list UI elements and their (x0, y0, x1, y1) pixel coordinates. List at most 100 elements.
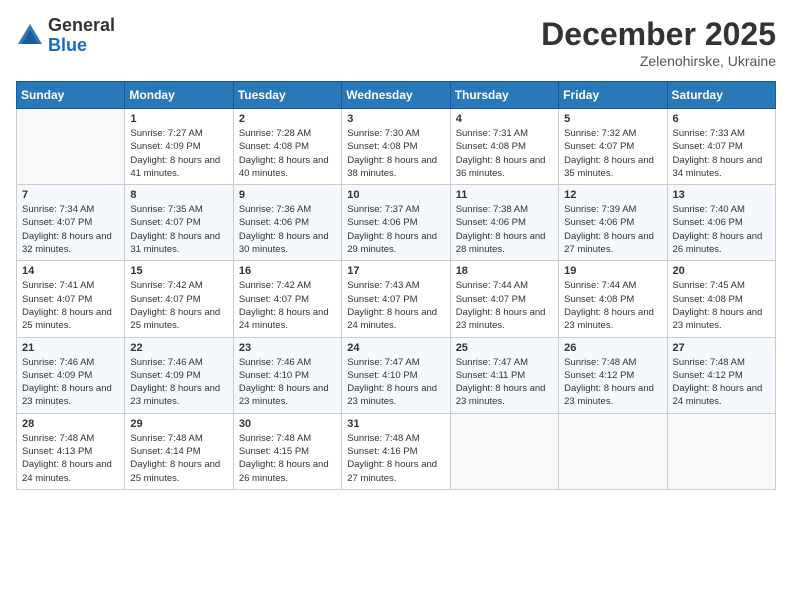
calendar-cell: 8 Sunrise: 7:35 AMSunset: 4:07 PMDaylight… (125, 185, 233, 261)
day-info: Sunrise: 7:46 AMSunset: 4:09 PMDaylight:… (22, 356, 119, 409)
day-number: 7 (22, 189, 119, 201)
day-number: 13 (673, 189, 770, 201)
weekday-header-thursday: Thursday (450, 82, 558, 109)
day-info: Sunrise: 7:30 AMSunset: 4:08 PMDaylight:… (347, 127, 444, 180)
day-number: 21 (22, 342, 119, 354)
day-number: 15 (130, 265, 227, 277)
calendar-table: SundayMondayTuesdayWednesdayThursdayFrid… (16, 81, 776, 490)
day-number: 29 (130, 418, 227, 430)
weekday-header-wednesday: Wednesday (342, 82, 450, 109)
day-number: 5 (564, 113, 661, 125)
calendar-cell: 13 Sunrise: 7:40 AMSunset: 4:06 PMDayligh… (667, 185, 775, 261)
day-info: Sunrise: 7:47 AMSunset: 4:10 PMDaylight:… (347, 356, 444, 409)
day-number: 12 (564, 189, 661, 201)
day-number: 30 (239, 418, 336, 430)
day-info: Sunrise: 7:42 AMSunset: 4:07 PMDaylight:… (239, 279, 336, 332)
calendar-cell: 28Sunrise: 7:48 AMSunset: 4:13 PMDayligh… (17, 413, 125, 489)
logo-general: General (48, 15, 115, 35)
calendar-cell: 31Sunrise: 7:48 AMSunset: 4:16 PMDayligh… (342, 413, 450, 489)
day-number: 17 (347, 265, 444, 277)
day-number: 27 (673, 342, 770, 354)
calendar-cell: 21 Sunrise: 7:46 AMSunset: 4:09 PMDayligh… (17, 337, 125, 413)
calendar-cell: 3 Sunrise: 7:30 AMSunset: 4:08 PMDaylight… (342, 109, 450, 185)
day-info: Sunrise: 7:43 AMSunset: 4:07 PMDaylight:… (347, 279, 444, 332)
day-info: Sunrise: 7:41 AMSunset: 4:07 PMDaylight:… (22, 279, 119, 332)
calendar-cell: 5 Sunrise: 7:32 AMSunset: 4:07 PMDaylight… (559, 109, 667, 185)
calendar-cell (17, 109, 125, 185)
calendar-cell: 19 Sunrise: 7:44 AMSunset: 4:08 PMDayligh… (559, 261, 667, 337)
day-info: Sunrise: 7:34 AMSunset: 4:07 PMDaylight:… (22, 203, 119, 256)
day-number: 8 (130, 189, 227, 201)
calendar-cell: 29 Sunrise: 7:48 AMSunset: 4:14 PMDayligh… (125, 413, 233, 489)
day-info: Sunrise: 7:32 AMSunset: 4:07 PMDaylight:… (564, 127, 661, 180)
calendar-cell: 10 Sunrise: 7:37 AMSunset: 4:06 PMDayligh… (342, 185, 450, 261)
day-info: Sunrise: 7:39 AMSunset: 4:06 PMDaylight:… (564, 203, 661, 256)
day-number: 3 (347, 113, 444, 125)
calendar-week-0: 1Sunrise: 7:27 AMSunset: 4:09 PMDaylight… (17, 109, 776, 185)
day-number: 1 (130, 113, 227, 125)
day-info: Sunrise: 7:38 AMSunset: 4:06 PMDaylight:… (456, 203, 553, 256)
calendar-cell: 25 Sunrise: 7:47 AMSunset: 4:11 PMDayligh… (450, 337, 558, 413)
day-info: Sunrise: 7:46 AMSunset: 4:10 PMDaylight:… (239, 356, 336, 409)
day-info: Sunrise: 7:48 AMSunset: 4:12 PMDaylight:… (673, 356, 770, 409)
day-info: Sunrise: 7:42 AMSunset: 4:07 PMDaylight:… (130, 279, 227, 332)
calendar-cell: 6Sunrise: 7:33 AMSunset: 4:07 PMDaylight… (667, 109, 775, 185)
day-info: Sunrise: 7:31 AMSunset: 4:08 PMDaylight:… (456, 127, 553, 180)
calendar-cell (450, 413, 558, 489)
day-info: Sunrise: 7:44 AMSunset: 4:08 PMDaylight:… (564, 279, 661, 332)
weekday-header-saturday: Saturday (667, 82, 775, 109)
calendar-cell: 30 Sunrise: 7:48 AMSunset: 4:15 PMDayligh… (233, 413, 341, 489)
weekday-header-monday: Monday (125, 82, 233, 109)
page-header: General Blue December 2025 Zelenohirske,… (16, 16, 776, 69)
weekday-header-friday: Friday (559, 82, 667, 109)
day-info: Sunrise: 7:48 AMSunset: 4:12 PMDaylight:… (564, 356, 661, 409)
calendar-cell: 18Sunrise: 7:44 AMSunset: 4:07 PMDayligh… (450, 261, 558, 337)
calendar-week-3: 21 Sunrise: 7:46 AMSunset: 4:09 PMDayligh… (17, 337, 776, 413)
day-number: 2 (239, 113, 336, 125)
location: Zelenohirske, Ukraine (541, 53, 776, 69)
day-info: Sunrise: 7:40 AMSunset: 4:06 PMDaylight:… (673, 203, 770, 256)
logo-blue: Blue (48, 35, 87, 55)
logo-icon (16, 22, 44, 50)
calendar-cell: 14 Sunrise: 7:41 AMSunset: 4:07 PMDayligh… (17, 261, 125, 337)
day-number: 16 (239, 265, 336, 277)
day-number: 19 (564, 265, 661, 277)
calendar-cell: 27 Sunrise: 7:48 AMSunset: 4:12 PMDayligh… (667, 337, 775, 413)
day-info: Sunrise: 7:46 AMSunset: 4:09 PMDaylight:… (130, 356, 227, 409)
day-number: 14 (22, 265, 119, 277)
calendar-cell: 20Sunrise: 7:45 AMSunset: 4:08 PMDayligh… (667, 261, 775, 337)
day-number: 4 (456, 113, 553, 125)
calendar-cell: 16 Sunrise: 7:42 AMSunset: 4:07 PMDayligh… (233, 261, 341, 337)
calendar-cell: 26 Sunrise: 7:48 AMSunset: 4:12 PMDayligh… (559, 337, 667, 413)
day-number: 25 (456, 342, 553, 354)
calendar-cell: 22Sunrise: 7:46 AMSunset: 4:09 PMDayligh… (125, 337, 233, 413)
weekday-header-sunday: Sunday (17, 82, 125, 109)
calendar-cell: 23 Sunrise: 7:46 AMSunset: 4:10 PMDayligh… (233, 337, 341, 413)
day-info: Sunrise: 7:33 AMSunset: 4:07 PMDaylight:… (673, 127, 770, 180)
day-info: Sunrise: 7:47 AMSunset: 4:11 PMDaylight:… (456, 356, 553, 409)
day-number: 23 (239, 342, 336, 354)
day-info: Sunrise: 7:37 AMSunset: 4:06 PMDaylight:… (347, 203, 444, 256)
title-block: December 2025 Zelenohirske, Ukraine (541, 16, 776, 69)
calendar-cell: 4 Sunrise: 7:31 AMSunset: 4:08 PMDaylight… (450, 109, 558, 185)
day-info: Sunrise: 7:48 AMSunset: 4:15 PMDaylight:… (239, 432, 336, 485)
calendar-week-1: 7 Sunrise: 7:34 AMSunset: 4:07 PMDaylight… (17, 185, 776, 261)
day-info: Sunrise: 7:48 AMSunset: 4:14 PMDaylight:… (130, 432, 227, 485)
day-info: Sunrise: 7:35 AMSunset: 4:07 PMDaylight:… (130, 203, 227, 256)
day-info: Sunrise: 7:36 AMSunset: 4:06 PMDaylight:… (239, 203, 336, 256)
calendar-cell: 9Sunrise: 7:36 AMSunset: 4:06 PMDaylight… (233, 185, 341, 261)
day-number: 26 (564, 342, 661, 354)
weekday-header-row: SundayMondayTuesdayWednesdayThursdayFrid… (17, 82, 776, 109)
day-info: Sunrise: 7:28 AMSunset: 4:08 PMDaylight:… (239, 127, 336, 180)
day-number: 11 (456, 189, 553, 201)
calendar-cell: 24Sunrise: 7:47 AMSunset: 4:10 PMDayligh… (342, 337, 450, 413)
day-info: Sunrise: 7:44 AMSunset: 4:07 PMDaylight:… (456, 279, 553, 332)
day-number: 28 (22, 418, 119, 430)
weekday-header-tuesday: Tuesday (233, 82, 341, 109)
calendar-cell: 15 Sunrise: 7:42 AMSunset: 4:07 PMDayligh… (125, 261, 233, 337)
calendar-cell (559, 413, 667, 489)
logo: General Blue (16, 16, 115, 56)
calendar-cell: 7 Sunrise: 7:34 AMSunset: 4:07 PMDaylight… (17, 185, 125, 261)
day-number: 10 (347, 189, 444, 201)
calendar-cell (667, 413, 775, 489)
